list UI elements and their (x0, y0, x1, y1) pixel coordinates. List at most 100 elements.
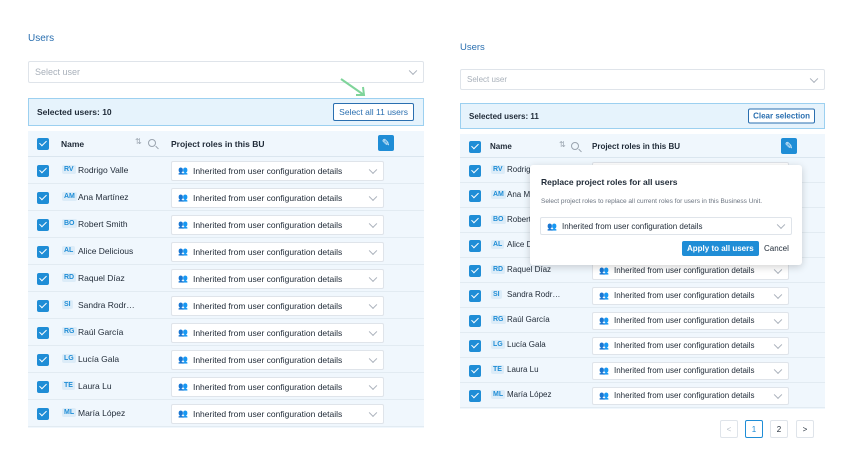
avatar: AM (62, 191, 77, 201)
users-table: Name ⇅ Project roles in this BU ✎ RV Rodr… (28, 131, 424, 428)
sort-icon[interactable]: ⇅ (559, 140, 566, 149)
select-all-checkbox[interactable] (37, 138, 49, 150)
row-checkbox[interactable] (37, 191, 49, 204)
role-select[interactable]: 👥 Inherited from user configuration detai… (171, 241, 384, 262)
table-row[interactable]: RVRodrigo Valle 👥 Inherited from user conf… (28, 157, 424, 184)
avatar: AM (491, 189, 506, 199)
table-row[interactable]: RD Raquel Díaz 👥 Inherited from user config… (28, 265, 424, 292)
user-group-icon: 👥 (178, 382, 188, 391)
row-checkbox[interactable] (469, 314, 481, 327)
search-icon[interactable] (148, 139, 156, 147)
role-select[interactable]: 👥 Inherited from user configuration detai… (592, 361, 789, 380)
role-select[interactable]: 👥 Inherited from user configuration detai… (171, 187, 384, 208)
pagination-page-1[interactable]: 1 (745, 420, 763, 438)
role-value: Inherited from user configuration detail… (192, 192, 343, 203)
role-select[interactable]: 👥 Inherited from user configuration detai… (592, 336, 789, 355)
table-row[interactable]: LG Lucía Gala 👥 Inherited from user configu… (460, 333, 825, 358)
selected-count: Selected users: 10 (37, 107, 112, 117)
pagination-page-2[interactable]: 2 (770, 420, 788, 438)
user-group-icon: 👥 (599, 291, 609, 300)
row-checkbox[interactable] (37, 218, 49, 231)
role-value: Inherited from user configuration detail… (613, 266, 755, 275)
row-checkbox[interactable] (469, 239, 481, 252)
avatar: ML (62, 407, 77, 417)
row-checkbox[interactable] (37, 353, 49, 366)
select-user-placeholder: Select user (467, 75, 508, 84)
chevron-down-icon (368, 246, 378, 255)
select-user-dropdown[interactable]: Select user (460, 69, 825, 90)
row-checkbox[interactable] (469, 389, 481, 402)
table-row[interactable]: RG Raúl García 👥 Inherited from user config… (460, 308, 825, 333)
row-checkbox[interactable] (469, 214, 481, 227)
table-row[interactable]: RG Raúl García 👥 Inherited from user config… (28, 319, 424, 346)
role-value: Inherited from user configuration detail… (613, 291, 755, 300)
select-user-placeholder: Select user (35, 67, 81, 77)
search-icon[interactable] (571, 142, 579, 150)
pagination-next[interactable]: > (796, 420, 814, 438)
role-value: Inherited from user configuration detail… (192, 381, 343, 392)
pagination-prev[interactable]: < (720, 420, 738, 438)
row-checkbox[interactable] (469, 364, 481, 377)
table-row[interactable]: LG Lucía Gala 👥 Inherited from user configu… (28, 346, 424, 373)
table-row[interactable]: SI Sandra Rodr… 👥 Inherited from user confi… (460, 283, 825, 308)
table-row[interactable]: ML María López 👥 Inherited from user config… (28, 400, 424, 427)
table-row[interactable]: TE Laura Lu 👥 Inherited from user configura… (28, 373, 424, 400)
role-select[interactable]: 👥 Inherited from user configuration detai… (592, 286, 789, 305)
role-select[interactable]: 👥 Inherited from user configuration detai… (592, 386, 789, 405)
chevron-down-icon (773, 365, 783, 374)
popover-role-select[interactable]: 👥 Inherited from user configuration deta… (540, 217, 792, 235)
edit-roles-button[interactable]: ✎ (781, 138, 797, 154)
roles-header: Project roles in this BU (171, 139, 265, 149)
chevron-down-icon (368, 381, 378, 390)
role-select[interactable]: 👥 Inherited from user configuration detai… (171, 160, 384, 181)
row-checkbox[interactable] (469, 264, 481, 277)
role-select[interactable]: 👥 Inherited from user configuration detai… (171, 268, 384, 289)
replace-roles-popover: Replace project roles for all users Sele… (530, 165, 802, 265)
table-header: Name ⇅ Project roles in this BU ✎ (28, 131, 424, 157)
sort-icon[interactable]: ⇅ (135, 137, 142, 146)
chevron-down-icon (368, 165, 378, 174)
table-row[interactable]: BORobert Smith 👥 Inherited from user confi… (28, 211, 424, 238)
row-checkbox[interactable] (469, 164, 481, 177)
avatar: RG (491, 314, 506, 324)
table-row[interactable]: ALAlice Delicious 👥 Inherited from user co… (28, 238, 424, 265)
row-checkbox[interactable] (37, 299, 49, 312)
row-checkbox[interactable] (37, 407, 49, 420)
row-checkbox[interactable] (37, 164, 49, 177)
table-row[interactable]: TE Laura Lu 👥 Inherited from user configura… (460, 358, 825, 383)
role-select[interactable]: 👥 Inherited from user configuration detai… (171, 295, 384, 316)
row-checkbox[interactable] (37, 245, 49, 258)
edit-roles-button[interactable]: ✎ (378, 135, 394, 151)
row-checkbox[interactable] (37, 326, 49, 339)
avatar: RG (62, 326, 77, 336)
role-select[interactable]: 👥 Inherited from user configuration detai… (592, 311, 789, 330)
row-checkbox[interactable] (37, 380, 49, 393)
user-group-icon: 👥 (178, 166, 188, 175)
select-all-checkbox[interactable] (469, 141, 481, 153)
role-value: Inherited from user configuration detail… (192, 300, 343, 311)
avatar: AL (62, 245, 76, 255)
role-select[interactable]: 👥 Inherited from user configuration detai… (171, 403, 384, 424)
select-all-button[interactable]: Select all 11 users (333, 103, 414, 121)
table-row[interactable]: ML María López 👥 Inherited from user config… (460, 383, 825, 408)
avatar: RV (491, 164, 505, 174)
role-value: Inherited from user configuration detail… (613, 341, 755, 350)
cancel-button[interactable]: Cancel (764, 244, 789, 253)
role-select[interactable]: 👥 Inherited from user configuration detai… (171, 322, 384, 343)
row-checkbox[interactable] (469, 189, 481, 202)
avatar: RD (491, 264, 506, 274)
role-select[interactable]: 👥 Inherited from user configuration detai… (171, 349, 384, 370)
row-checkbox[interactable] (37, 272, 49, 285)
row-checkbox[interactable] (469, 289, 481, 302)
role-select[interactable]: 👥 Inherited from user configuration detai… (171, 214, 384, 235)
chevron-down-icon (773, 315, 783, 324)
popover-subtitle: Select project roles to replace all curr… (541, 198, 763, 205)
user-group-icon: 👥 (178, 301, 188, 310)
apply-to-all-button[interactable]: Apply to all users (682, 241, 759, 256)
table-row[interactable]: SI Sandra Rodr… 👥 Inherited from user confi… (28, 292, 424, 319)
avatar: LG (62, 353, 76, 363)
clear-selection-button[interactable]: Clear selection (748, 108, 815, 124)
row-checkbox[interactable] (469, 339, 481, 352)
table-row[interactable]: AMAna Martínez 👥 Inherited from user confi… (28, 184, 424, 211)
role-select[interactable]: 👥 Inherited from user configuration detai… (171, 376, 384, 397)
